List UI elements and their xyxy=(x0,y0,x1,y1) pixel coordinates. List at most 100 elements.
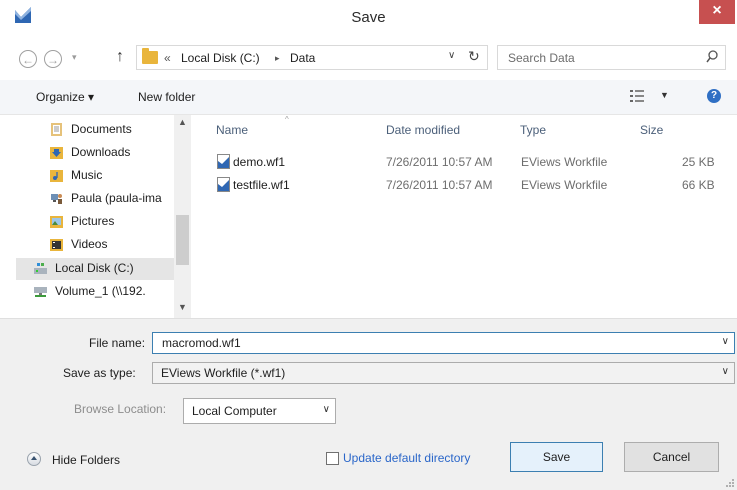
network-drive-icon xyxy=(34,287,47,297)
column-header-name[interactable]: Name xyxy=(216,123,248,137)
search-input[interactable]: Search Data xyxy=(497,45,726,70)
update-default-checkbox[interactable] xyxy=(326,452,339,465)
sidebar-item-music[interactable]: Music xyxy=(16,165,174,187)
sidebar-item-label: Paula (paula-ima xyxy=(71,191,162,205)
sidebar-item-volume-1[interactable]: Volume_1 (\\192. xyxy=(16,281,174,303)
address-dropdown-icon[interactable]: ∨ xyxy=(448,50,455,61)
column-header-size[interactable]: Size xyxy=(640,123,663,137)
sidebar-item-videos[interactable]: Videos xyxy=(16,234,174,256)
hide-folders-button[interactable]: Hide Folders xyxy=(52,453,120,467)
file-date: 7/26/2011 10:57 AM xyxy=(386,155,493,169)
cancel-button[interactable]: Cancel xyxy=(624,442,719,472)
file-list: ^ Name Date modified Type Size demo.wf1 … xyxy=(192,115,737,318)
browse-location-select[interactable]: Local Computer ∨ xyxy=(183,398,336,424)
column-header-date-modified[interactable]: Date modified xyxy=(386,123,460,137)
save-as-type-label: Save as type: xyxy=(63,366,136,380)
breadcrumb-overflow[interactable]: « xyxy=(164,51,171,65)
scroll-down-icon[interactable]: ▼ xyxy=(178,302,187,312)
recent-locations-button[interactable]: ▾ xyxy=(72,52,77,63)
sidebar-item-pictures[interactable]: Pictures xyxy=(16,211,174,233)
sidebar-item-local-disk[interactable]: Local Disk (C:) xyxy=(16,258,174,280)
breadcrumb-separator-icon[interactable]: ▸ xyxy=(275,53,280,64)
file-name: testfile.wf1 xyxy=(233,178,290,192)
title-bar: Save × xyxy=(0,0,737,38)
command-toolbar: Organize ▾ New folder ▼ ? xyxy=(0,80,737,115)
navigation-pane: Documents Downloads Music Paula (paula-i… xyxy=(0,115,192,318)
forward-arrow-icon: → xyxy=(47,53,59,67)
file-row[interactable]: testfile.wf1 7/26/2011 10:57 AM EViews W… xyxy=(212,176,722,194)
sidebar-item-downloads[interactable]: Downloads xyxy=(16,142,174,164)
window-title: Save xyxy=(351,9,386,26)
eviews-file-icon xyxy=(217,154,230,169)
update-default-label[interactable]: Update default directory xyxy=(343,451,470,465)
save-button[interactable]: Save xyxy=(510,442,603,472)
sidebar-item-label: Downloads xyxy=(71,145,131,159)
view-dropdown-icon[interactable]: ▼ xyxy=(660,90,669,100)
navigation-scrollbar[interactable]: ▲ ▼ xyxy=(174,115,191,318)
sidebar-item-label: Videos xyxy=(71,237,108,251)
file-name-label: File name: xyxy=(89,336,146,350)
file-name-value: macromod.wf1 xyxy=(162,336,241,350)
search-placeholder: Search Data xyxy=(508,51,575,65)
documents-icon xyxy=(51,123,62,136)
cancel-button-label: Cancel xyxy=(652,450,691,464)
downloads-icon xyxy=(50,147,63,159)
pictures-icon xyxy=(50,216,63,228)
file-row[interactable]: demo.wf1 7/26/2011 10:57 AM EViews Workf… xyxy=(212,153,722,171)
scroll-up-icon[interactable]: ▲ xyxy=(178,117,187,127)
file-date: 7/26/2011 10:57 AM xyxy=(386,178,493,192)
view-options-icon[interactable] xyxy=(630,90,644,102)
browse-location-value: Local Computer xyxy=(192,404,277,418)
file-name-dropdown-icon[interactable]: ∨ xyxy=(722,336,729,347)
sidebar-item-label: Documents xyxy=(71,122,132,136)
forward-button[interactable]: → xyxy=(44,50,62,68)
file-size: 25 KB xyxy=(682,155,715,169)
save-dialog: Save × ← → ▾ ↑ « Local Disk (C:) ▸ Data … xyxy=(0,0,737,490)
breadcrumb-local-disk[interactable]: Local Disk (C:) xyxy=(181,51,260,65)
column-header-type[interactable]: Type xyxy=(520,123,546,137)
sidebar-item-paula[interactable]: Paula (paula-ima xyxy=(16,188,174,210)
up-button[interactable]: ↑ xyxy=(116,48,124,66)
organize-button[interactable]: Organize ▾ xyxy=(36,90,94,104)
file-type: EViews Workfile xyxy=(521,178,608,192)
local-disk-icon xyxy=(34,263,47,274)
save-as-type-value: EViews Workfile (*.wf1) xyxy=(161,366,286,380)
file-name-field[interactable]: macromod.wf1 ∨ xyxy=(152,332,735,354)
eviews-file-icon xyxy=(217,177,230,192)
music-icon xyxy=(50,170,63,182)
save-as-type-select[interactable]: EViews Workfile (*.wf1) ∨ xyxy=(152,362,735,384)
folder-icon xyxy=(142,48,158,64)
help-icon[interactable]: ? xyxy=(707,89,721,103)
up-arrow-icon: ↑ xyxy=(116,48,124,65)
navigation-bar: ← → ▾ ↑ « Local Disk (C:) ▸ Data ∨ ↻ Sea… xyxy=(0,38,737,80)
sidebar-item-documents[interactable]: Documents xyxy=(16,119,174,141)
file-type: EViews Workfile xyxy=(521,155,608,169)
close-icon: × xyxy=(712,2,722,19)
file-size: 66 KB xyxy=(682,178,715,192)
collapse-up-icon[interactable] xyxy=(27,452,41,466)
sidebar-item-label: Music xyxy=(71,168,103,182)
divider xyxy=(0,318,737,319)
scroll-thumb[interactable] xyxy=(176,215,189,265)
breadcrumb-data[interactable]: Data xyxy=(290,51,315,65)
sidebar-item-label: Pictures xyxy=(71,214,115,228)
new-folder-button[interactable]: New folder xyxy=(138,90,195,104)
user-network-icon xyxy=(51,194,62,204)
browse-location-label: Browse Location: xyxy=(74,402,167,416)
sidebar-item-label: Local Disk (C:) xyxy=(55,261,134,275)
chevron-down-icon: ▾ xyxy=(72,52,77,62)
address-bar[interactable]: « Local Disk (C:) ▸ Data ∨ ↻ xyxy=(136,45,488,70)
back-arrow-icon: ← xyxy=(22,53,34,67)
file-name: demo.wf1 xyxy=(233,155,286,169)
back-button[interactable]: ← xyxy=(19,50,37,68)
sidebar-item-label: Volume_1 (\\192. xyxy=(55,284,146,298)
save-button-label: Save xyxy=(542,450,571,464)
sort-ascending-icon: ^ xyxy=(285,115,289,124)
refresh-icon[interactable]: ↻ xyxy=(468,48,480,65)
search-icon xyxy=(706,50,718,63)
close-button[interactable]: × xyxy=(699,0,735,24)
videos-icon xyxy=(50,239,63,251)
chevron-down-icon: ∨ xyxy=(721,366,729,377)
chevron-down-icon: ∨ xyxy=(322,404,330,415)
resize-grip-icon[interactable] xyxy=(726,479,734,487)
